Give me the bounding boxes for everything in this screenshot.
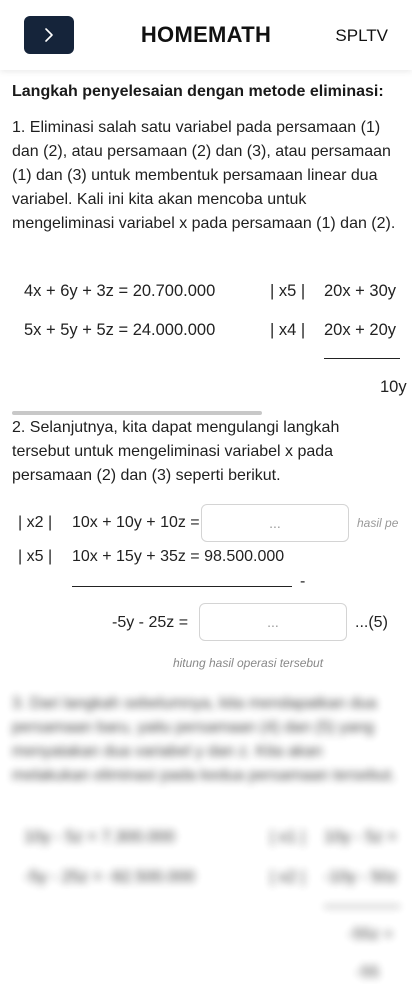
equation-label: ...(5) xyxy=(355,614,388,631)
equation-row-1: 4x + 6y + 3z = 20.700.000 | x5 | 20x + 3… xyxy=(12,282,412,306)
step-2-text: 2. Selanjutnya, kita dapat mengulangi la… xyxy=(12,419,340,484)
equation-row-3: 10y - 5z = 7.300.000 | x1 | 10y - 5z = xyxy=(12,828,412,852)
section-heading: Langkah penyelesaian dengan metode elimi… xyxy=(12,83,384,100)
minus-sign: - xyxy=(300,573,306,590)
step-1-text: 1. Eliminasi salah satu variabel pada pe… xyxy=(12,119,396,232)
step-3-text: 3. Dari langkah sebelumnya, kita mendapa… xyxy=(12,695,396,784)
instruction-hint: hitung hasil operasi tersebut xyxy=(172,656,324,670)
lesson-content: Langkah penyelesaian dengan metode elimi… xyxy=(12,80,400,236)
equation-multiplier: | x5 | xyxy=(270,282,306,300)
equation-left: -5y - 25z = -92.500.000 xyxy=(24,868,196,886)
subtraction-line xyxy=(324,906,400,907)
top-bar: HOMEMATH SPLTV xyxy=(0,0,412,70)
operation-multiplier: | x5 | xyxy=(18,548,53,565)
equation-right: 20x + 30y xyxy=(324,282,397,300)
equation-left: 5x + 5y + 5z = 24.000.000 xyxy=(24,321,216,339)
equation-row-2: 5x + 5y + 5z = 24.000.000 | x4 | 20x + 2… xyxy=(12,321,412,345)
operation-expression: 10x + 15y + 35z = 98.500.000 xyxy=(72,548,285,565)
topic-label[interactable]: SPLTV xyxy=(335,26,388,46)
subtraction-line xyxy=(72,586,292,587)
equation-multiplier: | x2 | xyxy=(270,868,306,886)
equation-result: -55z = xyxy=(348,926,393,943)
equation-left: 4x + 6y + 3z = 20.700.000 xyxy=(24,282,216,300)
equation-multiplier: | x4 | xyxy=(270,321,306,339)
locked-content: 3. Dari langkah sebelumnya, kita mendapa… xyxy=(0,680,412,984)
operation-expression: 10x + 10y + 10z = xyxy=(72,514,200,531)
horizontal-scrollbar[interactable] xyxy=(12,411,262,415)
equation-right: 10y - 5z = xyxy=(324,828,397,846)
result-note: hasil pe xyxy=(357,516,399,530)
equation-result: 10y xyxy=(380,378,407,396)
operation-multiplier: | x2 | xyxy=(18,514,53,531)
result-expression: -5y - 25z = xyxy=(112,614,189,631)
equation-left: 10y - 5z = 7.300.000 xyxy=(24,828,175,846)
equation-right: 20x + 20y xyxy=(324,321,397,339)
answer-input-1[interactable] xyxy=(201,504,349,542)
equation-row-4: -5y - 25z = -92.500.000 | x2 | -10y - 50… xyxy=(12,868,412,892)
subtraction-line xyxy=(324,358,400,359)
equation-multiplier: | x1 | xyxy=(270,828,306,846)
equation-right: -10y - 50z xyxy=(324,868,398,886)
answer-input-2[interactable] xyxy=(199,603,347,641)
equation-result: -55 xyxy=(356,964,380,981)
